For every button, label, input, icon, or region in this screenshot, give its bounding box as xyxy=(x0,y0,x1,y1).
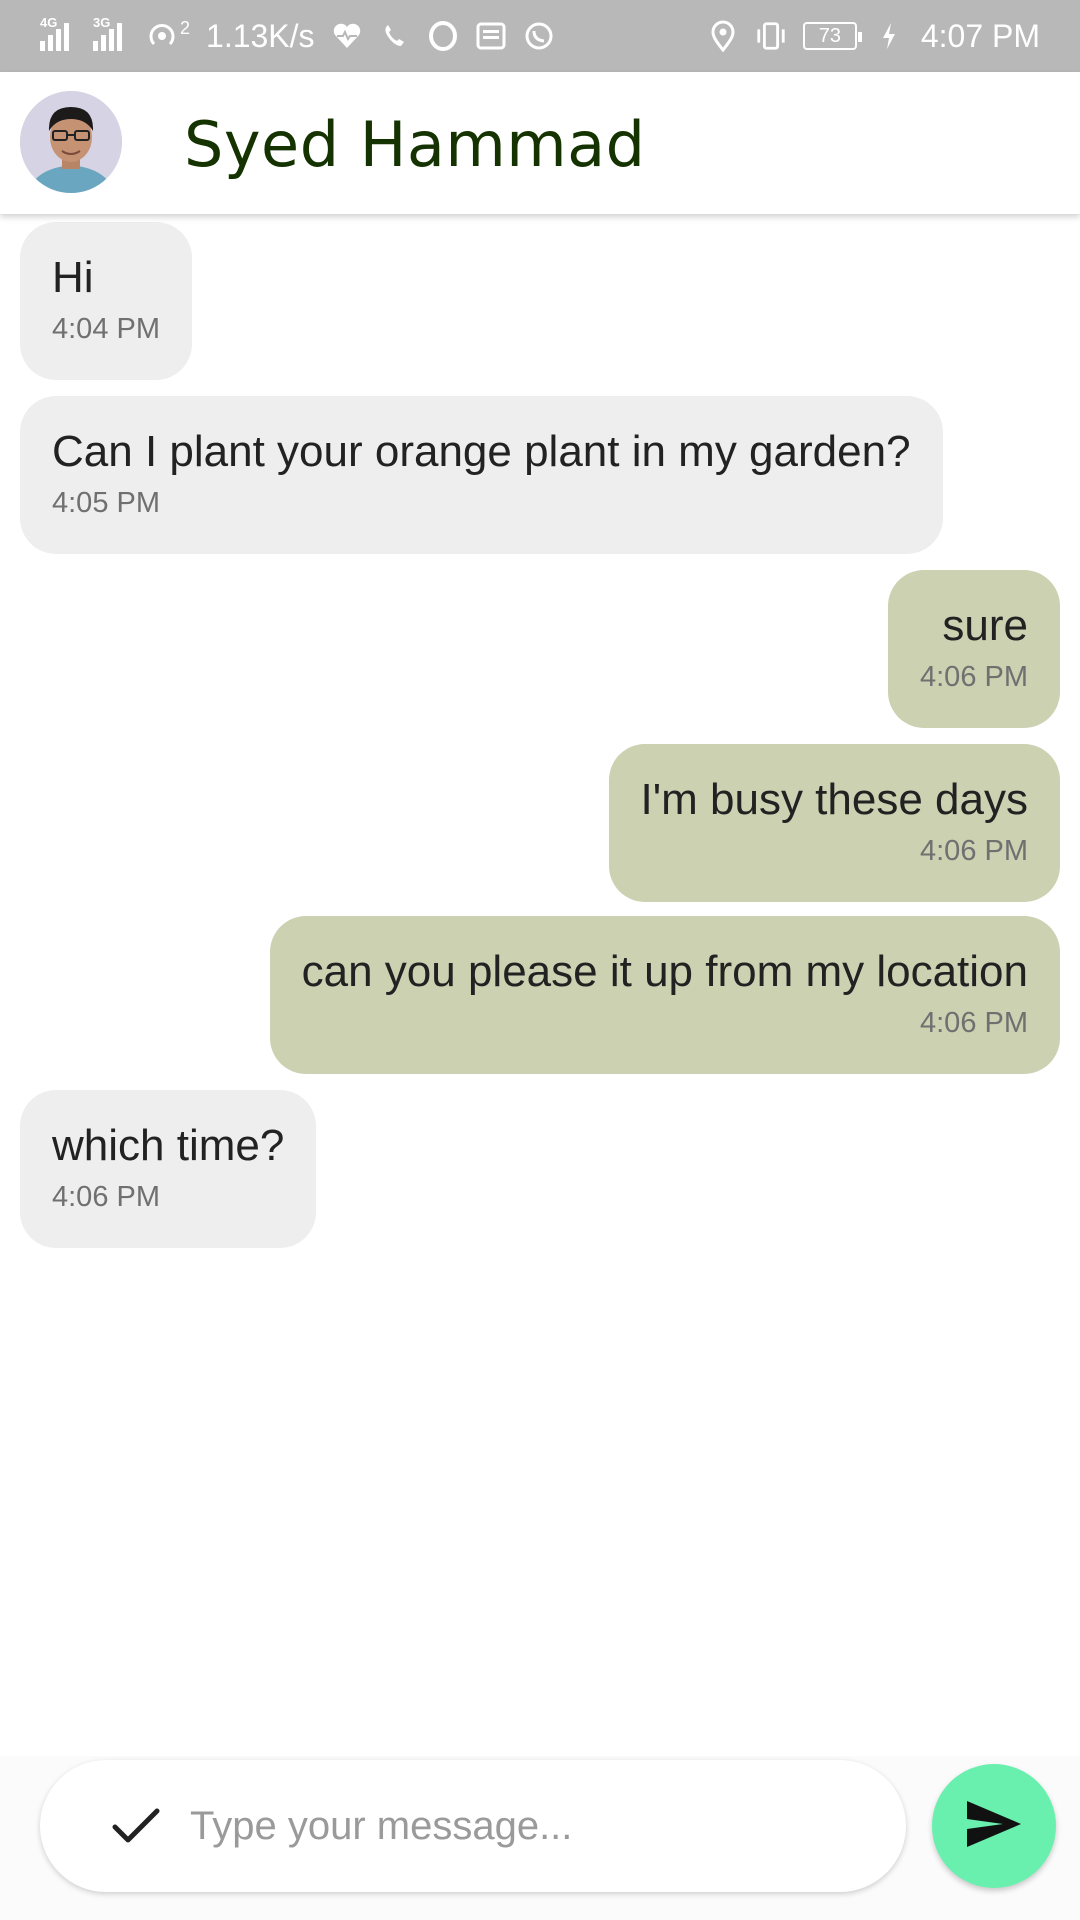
message-bubble-incoming[interactable]: Can I plant your orange plant in my gard… xyxy=(20,396,943,554)
status-left: 4G 3G 2 1.13K/s xyxy=(40,15,555,55)
message-time: 4:05 PM xyxy=(52,487,160,519)
message-text: I'm busy these days xyxy=(640,775,1028,824)
status-bar: 4G 3G 2 1.13K/s 73 4:07 PM xyxy=(0,0,1080,72)
message-time: 4:04 PM xyxy=(52,313,160,345)
whatsapp-icon xyxy=(523,20,555,52)
message-text: which time? xyxy=(52,1121,285,1170)
check-icon[interactable] xyxy=(104,1794,168,1858)
contact-name: Syed Hammad xyxy=(184,108,646,181)
chat-header: Syed Hammad xyxy=(0,72,1080,214)
charging-icon xyxy=(873,20,905,52)
heart-pulse-icon xyxy=(331,20,363,52)
network-type-label: 4G xyxy=(40,15,58,30)
composer-field xyxy=(40,1760,906,1892)
hotspot-count: 2 xyxy=(180,17,191,38)
status-right: 73 4:07 PM xyxy=(707,18,1040,55)
avatar[interactable] xyxy=(20,91,122,193)
vibrate-icon xyxy=(755,20,787,52)
hotspot-icon xyxy=(146,20,178,52)
battery-icon: 73 xyxy=(802,22,862,50)
news-icon xyxy=(475,20,507,52)
opera-icon xyxy=(427,20,459,52)
message-text: Hi xyxy=(52,253,94,302)
send-icon xyxy=(965,1799,1023,1854)
network-type-label: 3G xyxy=(93,15,111,30)
message-text: can you please it up from my location xyxy=(301,947,1028,996)
message-time: 4:06 PM xyxy=(920,661,1028,693)
message-time: 4:06 PM xyxy=(920,1007,1028,1039)
composer-bar xyxy=(0,1756,1080,1920)
message-bubble-incoming[interactable]: which time? 4:06 PM xyxy=(20,1090,317,1248)
clock: 4:07 PM xyxy=(920,17,1040,54)
message-bubble-incoming[interactable]: Hi 4:04 PM xyxy=(20,222,192,380)
message-text: Can I plant your orange plant in my gard… xyxy=(52,427,911,476)
phone-icon xyxy=(379,20,411,52)
send-button[interactable] xyxy=(932,1764,1056,1888)
message-input[interactable] xyxy=(190,1790,870,1862)
message-time: 4:06 PM xyxy=(52,1181,160,1213)
message-time: 4:06 PM xyxy=(920,835,1028,867)
network-speed: 1.13K/s xyxy=(206,17,315,54)
signal-icon: 4G xyxy=(40,15,77,51)
message-text: sure xyxy=(942,601,1028,650)
message-bubble-outgoing[interactable]: sure 4:06 PM xyxy=(888,570,1060,728)
message-bubble-outgoing[interactable]: I'm busy these days 4:06 PM xyxy=(608,744,1060,902)
location-icon xyxy=(707,20,739,52)
message-bubble-outgoing[interactable]: can you please it up from my location 4:… xyxy=(269,916,1060,1074)
signal-icon: 3G xyxy=(93,15,130,51)
